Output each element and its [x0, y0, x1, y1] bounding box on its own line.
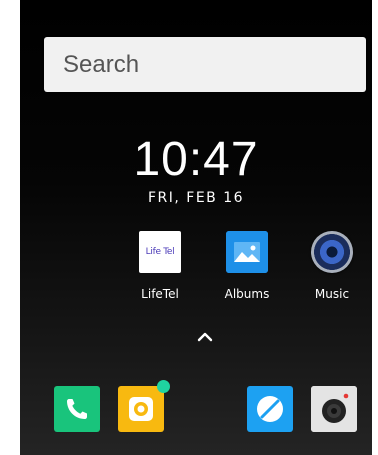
app-lifetel[interactable]: Life Tel LifeTel [125, 231, 195, 301]
lens-icon [129, 397, 153, 421]
chevron-up-icon[interactable] [196, 328, 214, 346]
browser-app-icon[interactable] [247, 386, 293, 432]
app-label: Albums [224, 287, 270, 301]
lifetel-icon: Life Tel [139, 231, 181, 273]
app-label: Music [314, 287, 350, 301]
camera-lens-icon [311, 386, 357, 432]
albums-icon [226, 231, 268, 273]
search-placeholder: Search [63, 50, 140, 78]
search-bar[interactable]: Search [44, 37, 366, 92]
notification-dot [157, 380, 170, 393]
home-screen: Search 10:47 FRI, FEB 16 Life Tel LifeTe… [20, 0, 372, 455]
camera-icon[interactable] [311, 386, 357, 432]
clock-date[interactable]: FRI, FEB 16 [20, 190, 372, 206]
compass-icon [257, 396, 283, 422]
app-albums[interactable]: Albums [212, 231, 282, 301]
phone-app-icon[interactable] [54, 386, 100, 432]
lifetel-icon-text: Life Tel [145, 247, 175, 257]
app-label: LifeTel [141, 287, 179, 301]
clock-time[interactable]: 10:47 [20, 132, 372, 187]
speaker-icon [311, 231, 353, 273]
phone-handset-icon [67, 399, 87, 419]
app-music[interactable]: Music [297, 231, 367, 301]
camera-app-icon[interactable] [118, 380, 170, 432]
landscape-icon [226, 231, 268, 273]
